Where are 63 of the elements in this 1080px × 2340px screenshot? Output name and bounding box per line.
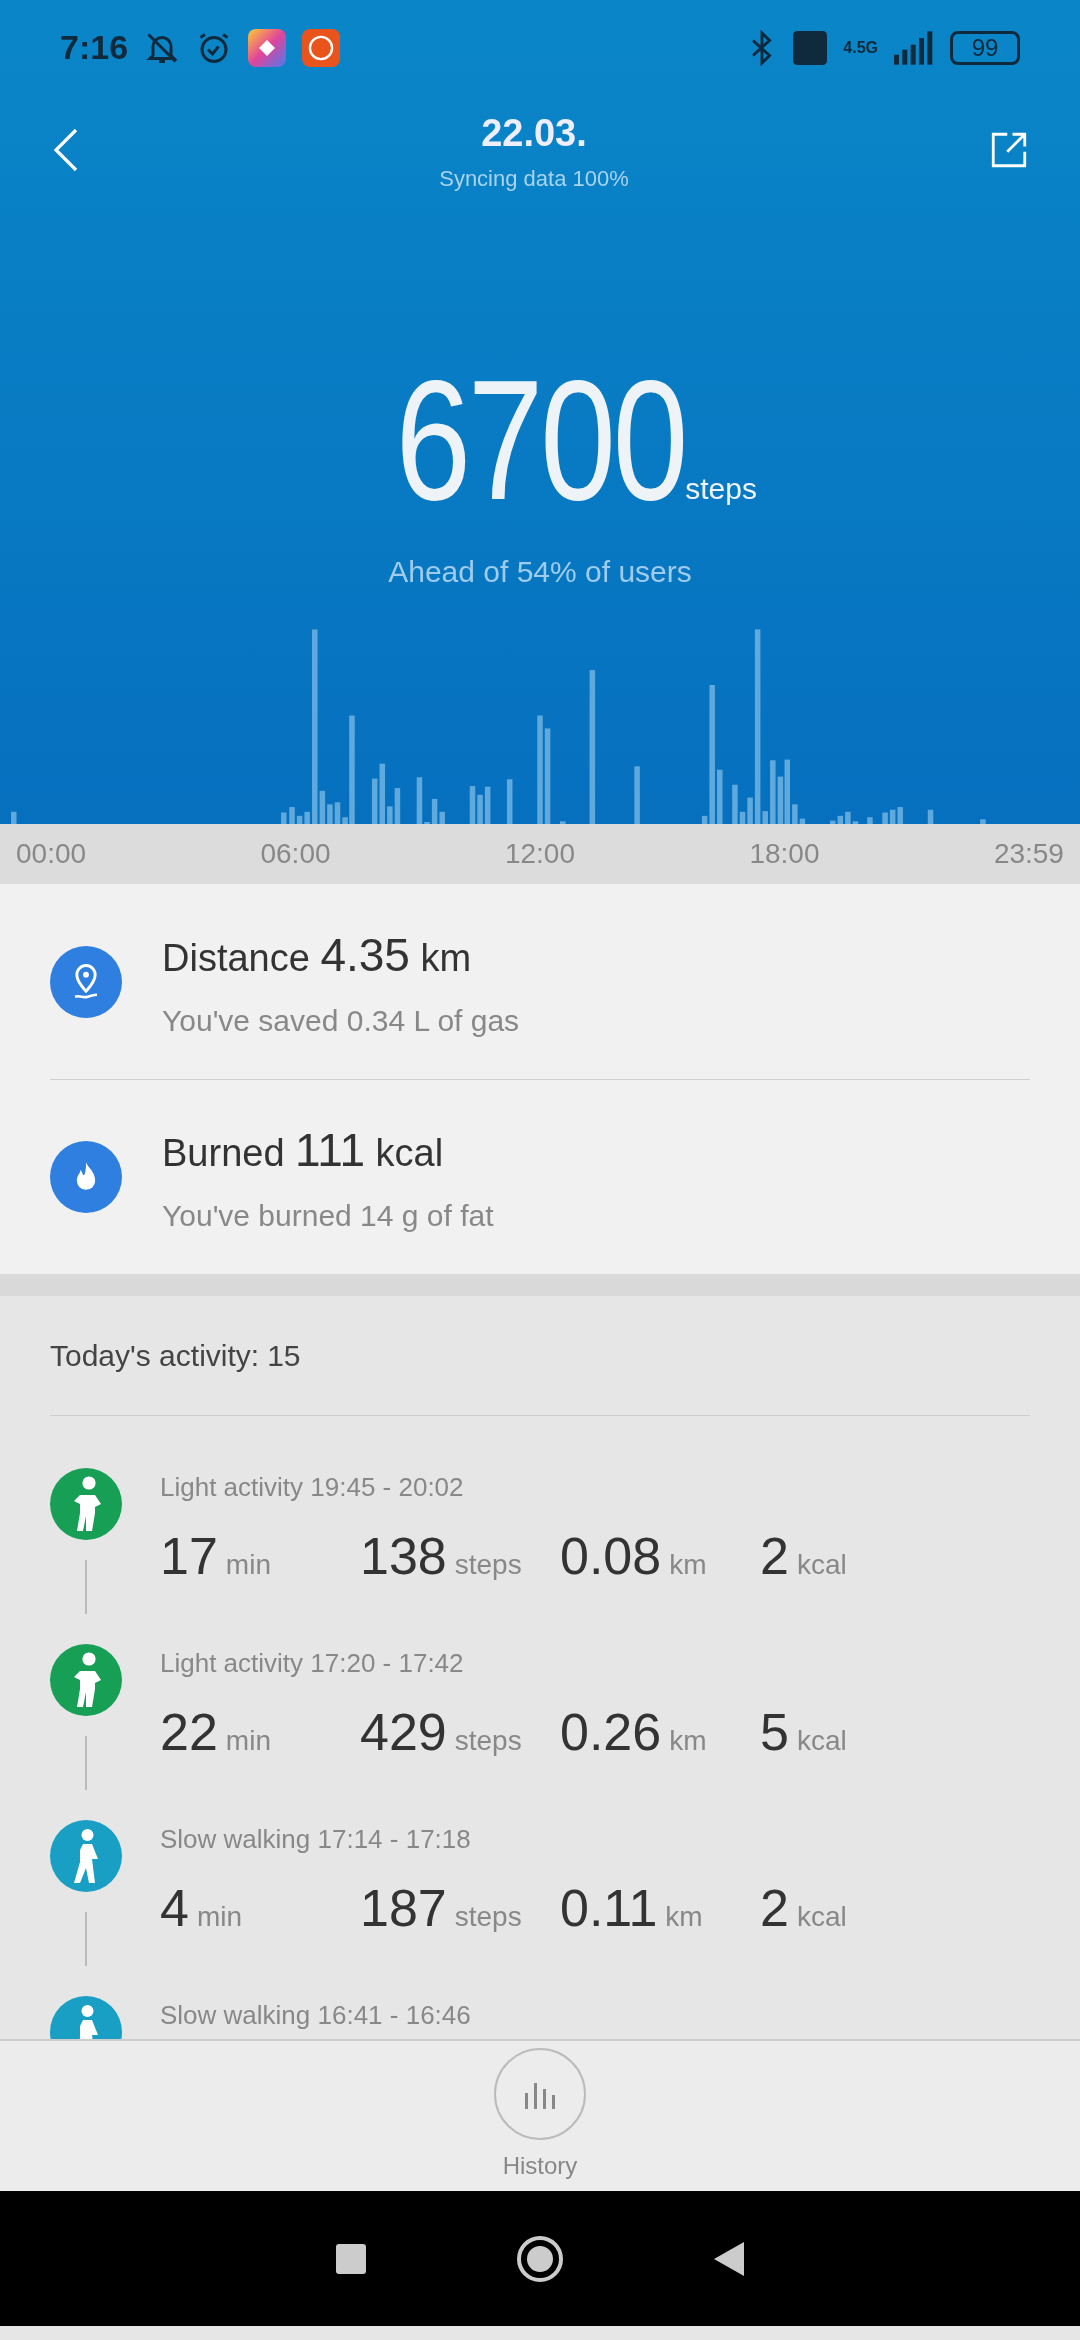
activity-title: Light activity 19:45 - 20:02: [160, 1471, 465, 1504]
activity-title: Slow walking 16:41 - 16:46: [160, 1999, 471, 2032]
histogram-bar: [559, 821, 566, 824]
metric-value: 187: [360, 1879, 447, 1937]
signal-icon: [894, 30, 934, 65]
app-icon: [302, 28, 341, 67]
metric-unit: km: [665, 1901, 703, 1932]
axis-label: 06:00: [260, 837, 331, 871]
activity-title: Slow walking 17:14 - 17:18: [160, 1823, 472, 1856]
histogram-bar: [927, 809, 934, 824]
histogram-bar: [634, 766, 640, 824]
home-icon[interactable]: [515, 2233, 565, 2284]
metric-value: 2: [760, 1879, 789, 1937]
app-icon: [248, 28, 287, 67]
metric-value: 0.26: [560, 1703, 662, 1761]
metric-unit: kcal: [796, 1549, 847, 1580]
histogram-bar: [717, 769, 723, 824]
ranking-text: Ahead of 54% of users: [387, 554, 693, 590]
metric-unit: min: [196, 1901, 243, 1932]
step-count: 6700: [395, 355, 686, 525]
recents-icon[interactable]: [333, 2241, 368, 2276]
metric-value: 17: [160, 1527, 218, 1585]
network-type: 4.5G: [843, 37, 878, 58]
metric-value: 2: [760, 1527, 789, 1585]
metric-unit: steps: [454, 1901, 522, 1932]
stat-value: Distance 4.35 km: [162, 927, 473, 983]
metric-unit: kcal: [796, 1901, 847, 1932]
axis-label: 23:59: [993, 837, 1064, 871]
sync-status: Syncing data 100%: [439, 165, 629, 193]
histogram-bar: [11, 811, 17, 824]
histogram-bar: [506, 779, 513, 824]
metric-unit: min: [225, 1725, 271, 1756]
metric-unit: min: [225, 1549, 271, 1580]
metric-value: 429: [360, 1703, 447, 1761]
metric-value: 138: [360, 1527, 447, 1585]
history-label: History: [502, 2151, 578, 2181]
battery-indicator: 99: [950, 30, 1020, 65]
metric-value: 0.08: [560, 1527, 662, 1585]
metric-unit: kcal: [796, 1725, 847, 1756]
history-button[interactable]: [494, 2048, 586, 2140]
histogram-bar: [281, 812, 287, 824]
metric-value: 5: [760, 1703, 789, 1761]
metric-value: 4: [160, 1879, 189, 1937]
histogram-bar: [867, 817, 873, 824]
activity-title: Light activity 17:20 - 17:42: [160, 1647, 465, 1680]
axis-label: 00:00: [16, 837, 87, 871]
metric-value: 22: [160, 1703, 218, 1761]
date-title: 22.03.: [480, 111, 588, 156]
stat-value: Burned 111 kcal: [162, 1123, 445, 1178]
metric-value: 0.11: [560, 1879, 658, 1937]
back-nav-icon[interactable]: [712, 2239, 747, 2278]
activity-count: 15: [267, 1338, 301, 1374]
axis-label: 18:00: [749, 837, 820, 871]
stat-note: You've saved 0.34 L of gas: [162, 1002, 520, 1039]
metric-unit: km: [669, 1725, 707, 1756]
axis-label: 12:00: [504, 837, 575, 871]
steps-unit: steps: [685, 471, 757, 507]
metric-unit: steps: [454, 1725, 522, 1756]
activity-label: Today's activity:: [50, 1338, 260, 1374]
metric-unit: steps: [454, 1549, 522, 1580]
stat-note: You've burned 14 g of fat: [162, 1198, 494, 1234]
metric-unit: km: [669, 1549, 707, 1580]
status-time: 7:16: [60, 27, 129, 68]
